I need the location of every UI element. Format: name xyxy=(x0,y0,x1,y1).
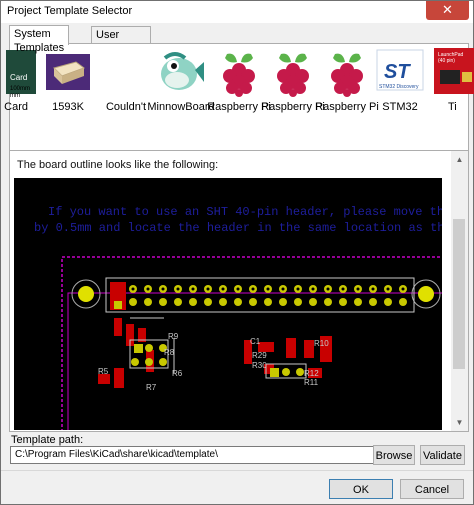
silk-label-r11: R11 xyxy=(304,378,319,387)
silk-label-r8: R8 xyxy=(164,348,175,357)
silk-label-r29: R29 xyxy=(252,351,267,360)
tab-user-templates[interactable]: User Templates xyxy=(91,26,152,55)
template-label: Ti xyxy=(448,101,457,113)
template-preview: The board outline looks like the followi… xyxy=(9,150,469,432)
enclosure-thumbnail xyxy=(44,48,92,98)
scroll-thumb[interactable] xyxy=(453,219,465,369)
template-label: Card xyxy=(4,101,28,113)
template-path-label: Template path: xyxy=(11,434,84,446)
board-note-line-2: by 0.5mm and locate the header in the sa… xyxy=(34,221,442,235)
st-logo-text: ST xyxy=(384,61,411,83)
scroll-down-arrow-icon[interactable]: ▼ xyxy=(451,414,468,431)
raspberry-pi-icon xyxy=(323,48,371,98)
browse-button[interactable]: Browse xyxy=(373,445,415,465)
raspberry-pi-icon xyxy=(269,48,317,98)
silk-label-r7: R7 xyxy=(146,383,157,392)
silk-label-r9: R9 xyxy=(168,332,179,341)
dialog-window: Project Template Selector ✕ System Templ… xyxy=(0,0,474,505)
ok-button[interactable]: OK xyxy=(329,479,393,499)
template-item-1593k[interactable]: 1593K xyxy=(36,48,100,136)
launchpad-thumbnail: LaunchPad (40 pin) xyxy=(430,48,474,98)
template-item-minnowboard[interactable]: MinnowBoard xyxy=(147,48,215,136)
silk-label-c1: C1 xyxy=(250,337,261,346)
tab-system-templates[interactable]: System Templates xyxy=(9,25,70,54)
card-thumb-unit: mm xyxy=(10,93,20,98)
divider xyxy=(1,470,473,471)
template-list: Card 100mm mm Card 1593K Couldn't Minnow… xyxy=(4,43,474,181)
preview-description: The board outline looks like the followi… xyxy=(17,159,219,171)
silk-label-r30: R30 xyxy=(252,361,267,370)
template-item-ti[interactable]: LaunchPad (40 pin) Ti xyxy=(422,48,474,136)
launchpad-thumb-pins: (40 pin) xyxy=(438,58,455,64)
title-bar: Project Template Selector ✕ xyxy=(1,1,473,23)
card-thumb-size: 100mm xyxy=(10,86,30,92)
minnow-fish-icon xyxy=(157,48,205,98)
template-path-input[interactable]: C:\Program Files\KiCad\share\kicad\templ… xyxy=(10,446,378,464)
card-thumb-text: Card xyxy=(10,73,27,82)
card-thumbnail: Card 100mm mm xyxy=(0,48,36,99)
silk-label-r10: R10 xyxy=(314,339,329,348)
raspberry-pi-icon xyxy=(215,48,263,98)
cancel-button[interactable]: Cancel xyxy=(400,479,464,499)
board-outline-image: If you want to use an SHT 40-pin header,… xyxy=(14,178,442,430)
st-logo-icon: ST STM32 Discovery xyxy=(376,48,424,98)
silk-label-r5: R5 xyxy=(98,367,109,376)
st-thumb-caption: STM32 Discovery xyxy=(379,84,419,90)
scroll-up-arrow-icon[interactable]: ▲ xyxy=(451,151,468,168)
window-title: Project Template Selector xyxy=(7,5,133,17)
preview-scrollbar[interactable]: ▲ ▼ xyxy=(451,151,468,431)
board-note-line-1: If you want to use an SHT 40-pin header,… xyxy=(48,205,442,219)
validate-button[interactable]: Validate xyxy=(420,445,465,465)
close-button[interactable]: ✕ xyxy=(426,1,469,20)
